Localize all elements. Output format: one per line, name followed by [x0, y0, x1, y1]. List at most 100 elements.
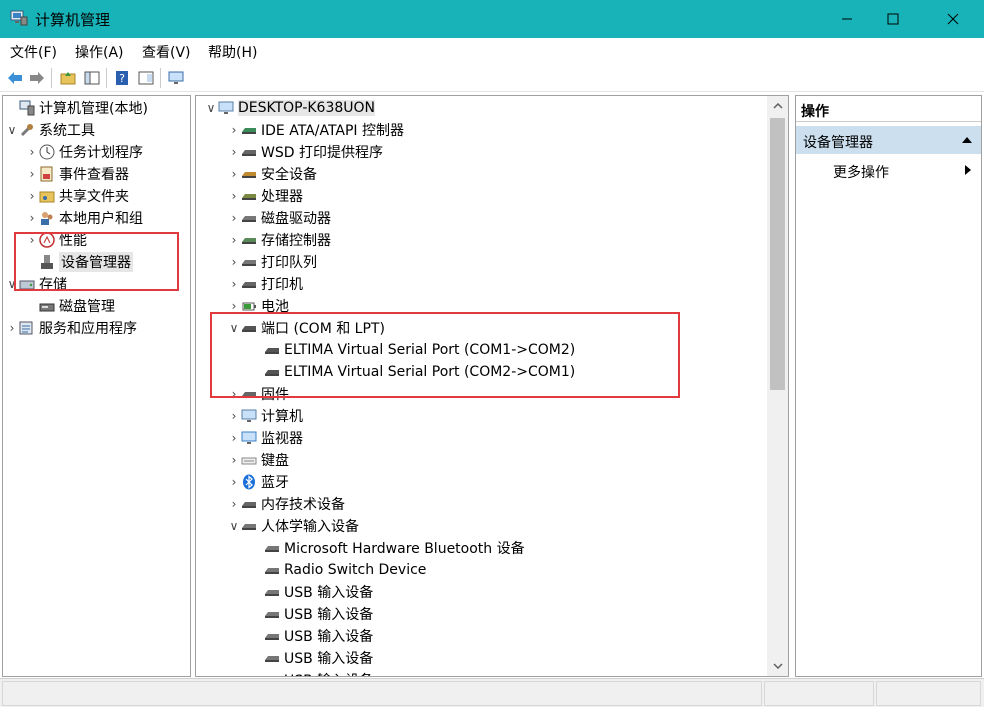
console-tree-pane[interactable]: 计算机管理(本地) ∨ 系统工具 › 任务计划程序 › 事件查看器 › 共享文件… — [2, 95, 191, 677]
chevron-right-icon[interactable]: › — [5, 317, 19, 339]
scrollbar-thumb[interactable] — [770, 118, 785, 390]
chevron-down-icon[interactable]: ∨ — [5, 119, 19, 141]
chevron-right-icon[interactable]: › — [227, 163, 241, 185]
device-tree-item[interactable]: › 内存技术设备 — [227, 493, 345, 515]
monitor-button[interactable] — [166, 68, 186, 88]
device-tree-item[interactable]: USB 输入设备 — [250, 581, 373, 603]
device-tree-item[interactable]: › 存储控制器 — [227, 229, 331, 251]
services-icon — [19, 321, 33, 335]
hid-icon — [242, 524, 256, 530]
more-actions-item[interactable]: 更多操作 — [833, 162, 889, 182]
back-button[interactable] — [5, 68, 25, 88]
chevron-right-icon[interactable]: › — [227, 405, 241, 427]
device-tree-item[interactable]: › 打印队列 — [227, 251, 317, 273]
chevron-right-icon[interactable]: › — [227, 141, 241, 163]
chevron-right-icon[interactable]: › — [227, 273, 241, 295]
tree-item-event-viewer[interactable]: › 事件查看器 — [25, 163, 129, 185]
device-tree-label: 处理器 — [261, 189, 303, 205]
disk-drive-icon — [242, 216, 256, 222]
help-icon: ? — [116, 71, 128, 85]
chevron-right-icon[interactable]: › — [25, 141, 39, 163]
scroll-up-arrow[interactable] — [767, 96, 788, 116]
device-tree-item[interactable]: Microsoft Hardware Bluetooth 设备 — [250, 537, 525, 559]
device-tree-item[interactable]: › 打印机 — [227, 273, 303, 295]
chevron-right-icon[interactable]: › — [227, 185, 241, 207]
chevron-up-icon — [772, 103, 783, 109]
tree-item-shared-folders[interactable]: › 共享文件夹 — [25, 185, 129, 207]
tree-item-services-applications[interactable]: › 服务和应用程序 — [5, 317, 137, 339]
console-view-icon — [138, 71, 154, 85]
device-tree-item[interactable]: USB 输入设备 — [250, 625, 373, 647]
chevron-right-icon[interactable]: › — [227, 229, 241, 251]
help-button[interactable]: ? — [112, 68, 132, 88]
maximize-button[interactable] — [870, 0, 916, 38]
menu-help[interactable]: 帮助(H) — [208, 42, 257, 62]
device-tree-item[interactable]: › 安全设备 — [227, 163, 317, 185]
device-tree-item[interactable]: ∨ 人体学输入设备 — [227, 515, 359, 537]
device-tree-item[interactable]: › IDE ATA/ATAPI 控制器 — [227, 119, 404, 141]
up-button[interactable] — [58, 68, 78, 88]
device-tree-label: 蓝牙 — [261, 475, 289, 491]
device-tree-item[interactable]: USB 输入设备 — [250, 669, 373, 677]
chevron-down-icon[interactable]: ∨ — [227, 515, 241, 537]
chevron-right-icon[interactable]: › — [227, 207, 241, 229]
device-tree-item[interactable]: › 键盘 — [227, 449, 289, 471]
device-tree-item[interactable]: USB 输入设备 — [250, 647, 373, 669]
chevron-right-icon[interactable]: › — [227, 251, 241, 273]
printer-icon — [242, 282, 256, 288]
chevron-right-icon[interactable]: › — [25, 207, 39, 229]
device-tree-label: DESKTOP-K638UON — [238, 100, 376, 116]
chevron-down-icon[interactable]: ∨ — [204, 97, 218, 119]
device-tree-item[interactable]: › WSD 打印提供程序 — [227, 141, 383, 163]
status-segment-3 — [876, 681, 981, 706]
chevron-right-icon[interactable]: › — [227, 119, 241, 141]
tree-item-computer-management[interactable]: 计算机管理(本地) — [5, 97, 148, 119]
device-tree-item[interactable]: › 磁盘驱动器 — [227, 207, 331, 229]
minimize-button[interactable] — [824, 0, 870, 38]
show-tree-button[interactable] — [82, 68, 102, 88]
hid-icon — [265, 590, 279, 596]
device-tree-label: 打印机 — [261, 277, 303, 293]
menu-view[interactable]: 查看(V) — [142, 42, 191, 62]
close-button[interactable] — [930, 0, 976, 38]
chevron-right-icon[interactable]: › — [227, 493, 241, 515]
chevron-right-icon[interactable]: › — [25, 185, 39, 207]
chevron-right-icon[interactable]: › — [227, 449, 241, 471]
minimize-icon — [842, 18, 852, 20]
console-view-button[interactable] — [136, 68, 156, 88]
device-tree-label: 人体学输入设备 — [261, 519, 359, 535]
device-tree-label: 存储控制器 — [261, 233, 331, 249]
tree-item-local-users-groups[interactable]: › 本地用户和组 — [25, 207, 143, 229]
device-tree-item[interactable]: › 处理器 — [227, 185, 303, 207]
vertical-scrollbar[interactable] — [767, 96, 788, 676]
tree-item-disk-management[interactable]: 磁盘管理 — [25, 295, 115, 317]
device-tree-item[interactable]: › 计算机 — [227, 405, 303, 427]
device-tree-root[interactable]: ∨ DESKTOP-K638UON — [204, 97, 376, 119]
menu-action[interactable]: 操作(A) — [75, 42, 124, 62]
back-arrow-icon — [8, 72, 22, 84]
print-queue-icon — [242, 260, 256, 266]
action-section-device-manager[interactable]: 设备管理器 — [796, 126, 981, 154]
device-tree-label: USB 输入设备 — [284, 607, 374, 623]
hid-icon — [265, 546, 279, 552]
chevron-right-icon[interactable]: › — [25, 163, 39, 185]
status-bar — [0, 678, 984, 707]
tree-item-task-scheduler[interactable]: › 任务计划程序 — [25, 141, 143, 163]
menu-file[interactable]: 文件(F) — [10, 42, 57, 62]
device-tree-item[interactable]: › 蓝牙 — [227, 471, 289, 493]
chevron-right-icon[interactable]: › — [227, 427, 241, 449]
chevron-right-icon[interactable]: › — [227, 471, 241, 493]
device-tree-item[interactable]: › 监视器 — [227, 427, 303, 449]
tree-item-system-tools[interactable]: ∨ 系统工具 — [5, 119, 95, 141]
device-tree-item[interactable]: USB 输入设备 — [250, 603, 373, 625]
scroll-down-arrow[interactable] — [767, 656, 788, 676]
close-icon — [947, 13, 959, 25]
forward-button[interactable] — [27, 68, 47, 88]
maximize-icon — [887, 13, 899, 25]
hid-icon — [264, 672, 280, 677]
device-tree-item[interactable]: Radio Switch Device — [250, 559, 426, 581]
collapse-up-icon[interactable] — [961, 136, 973, 144]
device-tree-label: 磁盘驱动器 — [261, 211, 331, 227]
action-pane-title: 操作 — [796, 96, 981, 122]
